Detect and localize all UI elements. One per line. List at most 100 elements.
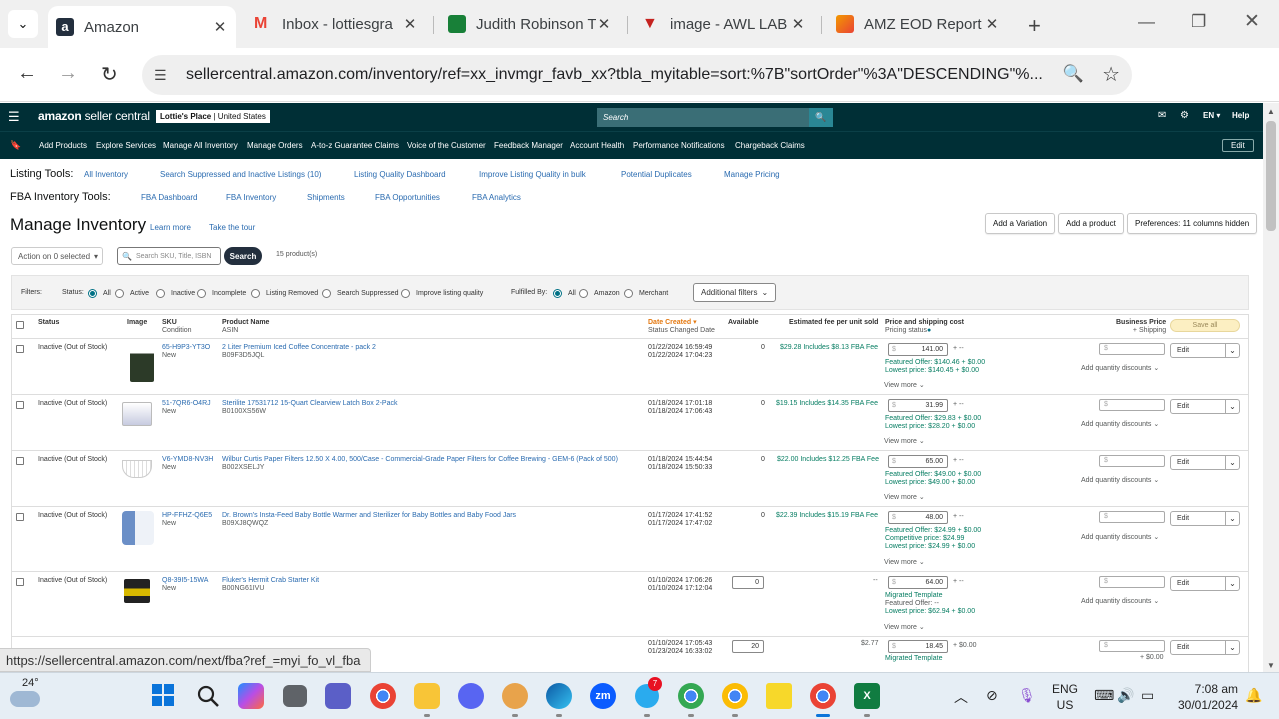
scroll-up-icon[interactable]: ▲ (1267, 107, 1275, 116)
zoom-icon[interactable]: 🔍 (1063, 64, 1084, 84)
business-price-input[interactable]: $ (1099, 399, 1165, 411)
chevron-down-icon[interactable]: ⌄ (1225, 344, 1239, 357)
restore-icon[interactable]: ❐ (1191, 12, 1206, 32)
file-explorer-icon[interactable] (414, 683, 440, 709)
row-checkbox[interactable] (16, 345, 24, 353)
close-tab-icon[interactable]: ✕ (596, 15, 612, 33)
link-all-inventory[interactable]: All Inventory (84, 170, 128, 179)
product-thumbnail[interactable] (130, 344, 154, 382)
link-search-suppressed[interactable]: Search Suppressed and Inactive Listings … (160, 170, 321, 179)
forward-arrow-icon[interactable]: → (58, 62, 78, 85)
status-suppressed-radio[interactable]: Search Suppressed (322, 289, 398, 298)
mail-icon[interactable]: ✉ (1158, 110, 1166, 121)
sc-search-input[interactable] (597, 108, 809, 127)
bookmark-star-icon[interactable]: ☆ (1102, 62, 1120, 87)
chevron-down-icon[interactable]: ⌄ (1225, 512, 1239, 525)
link-fba-opportunities[interactable]: FBA Opportunities (375, 193, 440, 202)
bulk-action-select[interactable]: Action on 0 selected ▾ (11, 247, 103, 265)
help-link[interactable]: Help (1232, 111, 1249, 120)
search-button[interactable]: Search (224, 247, 262, 265)
chrome-profile-icon[interactable] (678, 683, 704, 709)
col-fee[interactable]: Estimated fee per unit sold (789, 319, 878, 327)
search-icon[interactable]: 🔍 (809, 108, 833, 127)
link-fba-dashboard[interactable]: FBA Dashboard (141, 193, 197, 202)
edit-button[interactable]: Edit ⌄ (1170, 455, 1240, 470)
close-window-icon[interactable]: ✕ (1244, 10, 1260, 33)
price-input[interactable]: $48.00 (888, 511, 948, 524)
fulfilled-all-radio[interactable]: All (553, 289, 576, 298)
status-improve-radio[interactable]: Improve listing quality (401, 289, 483, 298)
link-listing-quality-dashboard[interactable]: Listing Quality Dashboard (354, 170, 446, 179)
tab-image[interactable]: ▼ image - AWL LAB ✕ (634, 6, 814, 42)
row-sku[interactable]: 65-H9P3-YT3O (162, 344, 210, 352)
product-thumbnail[interactable] (122, 511, 154, 545)
view-more-link[interactable]: View more ⌄ (884, 494, 925, 502)
tab-search-button[interactable]: ⌄ (8, 10, 38, 38)
row-sku[interactable]: Q8-39I5-15WA (162, 577, 208, 585)
row-sku[interactable]: HP-FFHZ-Q6E5 (162, 512, 212, 520)
col-status[interactable]: Status (38, 319, 59, 327)
fulfilled-merchant-radio[interactable]: Merchant (624, 289, 668, 298)
url-text[interactable]: sellercentral.amazon.com/inventory/ref=x… (186, 66, 1046, 84)
minimize-icon[interactable]: — (1138, 12, 1155, 32)
reload-icon[interactable]: ↻ (101, 62, 118, 87)
row-checkbox[interactable] (16, 578, 24, 586)
nav-manage-all-inventory[interactable]: Manage All Inventory (163, 141, 238, 150)
edge-icon[interactable] (546, 683, 572, 709)
close-tab-icon[interactable]: ✕ (790, 15, 806, 33)
chevron-down-icon[interactable]: ⌄ (1225, 456, 1239, 469)
status-active-radio[interactable]: Active (115, 289, 149, 298)
tab-sheets[interactable]: Judith Robinson T ✕ (440, 6, 620, 42)
product-thumbnail[interactable] (122, 460, 152, 478)
additional-filters-button[interactable]: Additional filters ⌄ (693, 283, 777, 302)
quantity-input[interactable]: 20 (732, 640, 764, 653)
tab-amz-eod[interactable]: AMZ EOD Report ✕ (828, 6, 1008, 42)
edit-button[interactable]: Edit ⌄ (1170, 399, 1240, 414)
app-icon[interactable] (502, 683, 528, 709)
add-qty-discounts[interactable]: Add quantity discounts ⌄ (1081, 598, 1159, 606)
nav-feedback-manager[interactable]: Feedback Manager (494, 141, 563, 150)
link-improve-listing-quality[interactable]: Improve Listing Quality in bulk (479, 170, 586, 179)
teams-icon[interactable] (325, 683, 351, 709)
hamburger-menu-icon[interactable]: ☰ (8, 109, 20, 125)
row-product-name[interactable]: Dr. Brown's Insta-Feed Baby Bottle Warme… (222, 512, 516, 520)
quantity-input[interactable]: 0 (732, 576, 764, 589)
close-tab-icon[interactable]: ✕ (402, 15, 418, 33)
col-price[interactable]: Price and shipping cost Pricing status● (885, 319, 964, 335)
row-product-name[interactable]: Wilbur Curtis Paper Filters 12.50 X 4.00… (222, 456, 618, 464)
nav-add-products[interactable]: Add Products (39, 141, 87, 150)
signal-icon[interactable] (458, 683, 484, 709)
view-more-link[interactable]: View more ⌄ (884, 382, 925, 390)
price-input[interactable]: $141.00 (888, 343, 948, 356)
add-qty-discounts[interactable]: Add quantity discounts ⌄ (1081, 477, 1159, 485)
edit-button[interactable]: Edit ⌄ (1170, 343, 1240, 358)
telegram-icon[interactable]: 7 (634, 677, 662, 709)
input-language[interactable]: ENG US (1052, 681, 1078, 713)
nav-voice-of-customer[interactable]: Voice of the Customer (407, 141, 486, 150)
inventory-search-input[interactable]: 🔍 Search SKU, Title, ISBN (117, 247, 221, 265)
view-more-link[interactable]: View more ⌄ (884, 438, 925, 446)
col-product-name[interactable]: Product Name ASIN (222, 319, 269, 335)
chevron-down-icon[interactable]: ⌄ (1225, 641, 1239, 654)
nav-manage-orders[interactable]: Manage Orders (247, 141, 303, 150)
row-product-name[interactable]: Fluker's Hermit Crab Starter Kit (222, 577, 319, 585)
sticky-notes-icon[interactable] (766, 683, 792, 709)
microphone-icon[interactable]: 🎙 (1018, 687, 1036, 704)
weather-widget[interactable]: 24° (10, 677, 44, 713)
site-info-icon[interactable]: ☰ (154, 67, 184, 84)
notification-bell-icon[interactable]: 🔔 (1245, 687, 1262, 704)
chevron-down-icon[interactable]: ⌄ (1225, 577, 1239, 590)
col-sku[interactable]: SKU Condition (162, 319, 192, 335)
page-scrollbar[interactable]: ▲ ▼ (1263, 103, 1279, 672)
col-business-price[interactable]: Business Price + Shipping (1116, 319, 1166, 335)
status-all-radio[interactable]: All (88, 289, 111, 298)
add-variation-button[interactable]: Add a Variation (985, 213, 1056, 234)
product-thumbnail[interactable] (124, 579, 150, 603)
row-asin[interactable]: B09F3D5JQL (222, 352, 264, 360)
seller-central-logo[interactable]: amazon seller central (38, 109, 150, 123)
language-selector[interactable]: EN ▾ (1203, 111, 1220, 120)
row-asin[interactable]: B0100XS56W (222, 408, 266, 416)
system-clock[interactable]: 7:08 am 30/01/2024 (1178, 681, 1238, 713)
price-input[interactable]: $64.00 (888, 576, 948, 589)
close-tab-icon[interactable]: ✕ (212, 18, 228, 36)
